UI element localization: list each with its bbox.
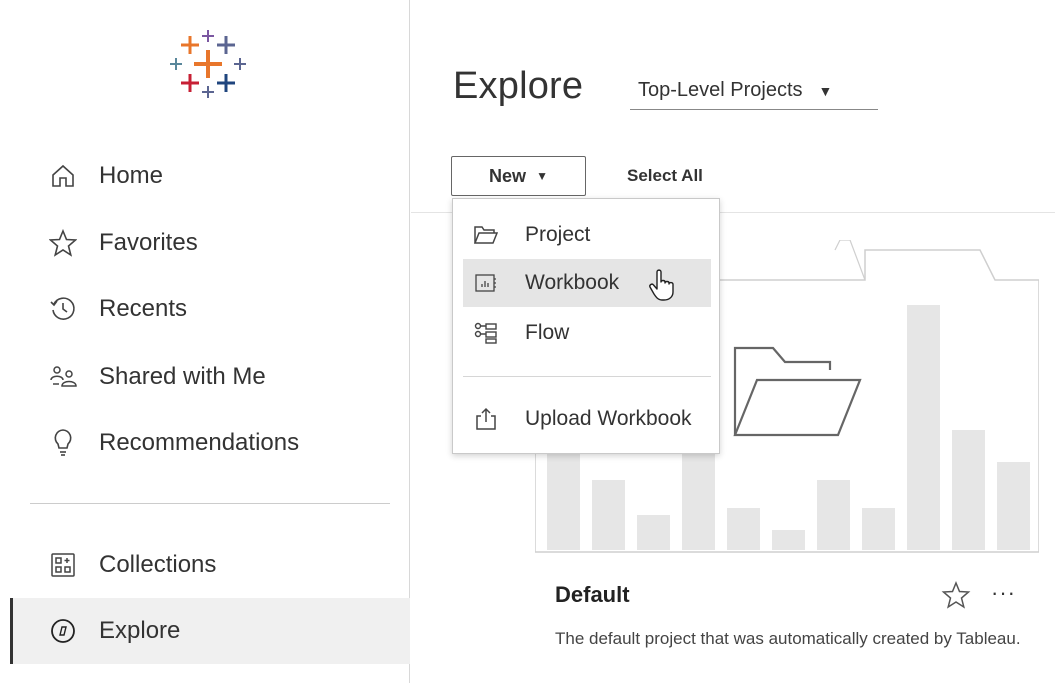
collections-icon: [48, 550, 78, 580]
chart-bar: [727, 508, 760, 550]
chart-bar: [637, 515, 670, 550]
chart-bar: [862, 508, 895, 550]
menu-separator: [463, 376, 711, 377]
menu-item-project[interactable]: Project: [463, 211, 711, 259]
sidebar-item-label: Recents: [99, 295, 188, 322]
upload-icon: [473, 406, 499, 432]
project-card-description: The default project that was automatical…: [555, 629, 1021, 648]
flow-icon: [473, 320, 499, 346]
project-filter-value: Top-Level Projects: [638, 79, 803, 101]
shared-users-icon: [48, 362, 78, 392]
menu-item-label: Flow: [525, 321, 570, 344]
chart-bar: [997, 462, 1030, 550]
menu-item-label: Upload Workbook: [525, 407, 692, 430]
lightbulb-icon: [48, 428, 78, 458]
sidebar-item-shared-with-me[interactable]: Shared with Me: [12, 344, 410, 410]
sidebar-item-label: Explore: [99, 617, 181, 644]
sidebar-divider: [30, 503, 390, 504]
sidebar-item-explore[interactable]: Explore: [12, 598, 410, 664]
new-button[interactable]: New ▼: [451, 156, 586, 196]
menu-item-label: Workbook: [525, 271, 620, 294]
active-indicator: [10, 598, 13, 664]
compass-icon: [48, 616, 78, 646]
more-actions-icon[interactable]: ···: [991, 580, 1016, 606]
folder-icon: [473, 222, 499, 248]
new-button-label: New: [489, 165, 527, 186]
chart-bar: [952, 430, 985, 550]
select-all-button[interactable]: Select All: [627, 166, 703, 186]
chart-bar: [682, 450, 715, 550]
history-icon: [48, 294, 78, 324]
sidebar: Home Favorites Recents Shared with Me Re…: [0, 0, 410, 683]
chart-bar: [592, 480, 625, 550]
project-filter-dropdown[interactable]: Top-Level Projects ▼: [630, 72, 878, 110]
sidebar-item-home[interactable]: Home: [12, 143, 410, 209]
hand-cursor-icon: [649, 269, 674, 301]
menu-item-label: Project: [525, 223, 591, 246]
sidebar-item-label: Favorites: [99, 229, 198, 256]
chart-bar: [772, 530, 805, 550]
sidebar-item-recommendations[interactable]: Recommendations: [12, 410, 410, 476]
page-title: Explore: [453, 65, 584, 107]
menu-item-flow[interactable]: Flow: [463, 309, 711, 357]
menu-item-upload-workbook[interactable]: Upload Workbook: [463, 395, 711, 443]
workbook-icon: [473, 270, 499, 296]
chart-bar: [547, 440, 580, 550]
sidebar-item-label: Shared with Me: [99, 363, 266, 390]
project-card-title[interactable]: Default: [555, 582, 630, 608]
sidebar-item-label: Recommendations: [99, 429, 300, 456]
tableau-logo-icon[interactable]: [170, 28, 246, 100]
chart-bar: [817, 480, 850, 550]
star-icon: [48, 228, 78, 258]
sidebar-item-collections[interactable]: Collections: [12, 532, 410, 598]
favorite-star-icon[interactable]: [941, 580, 971, 610]
sidebar-item-label: Collections: [99, 551, 217, 578]
sidebar-item-recents[interactable]: Recents: [12, 276, 410, 342]
chart-bar: [907, 305, 940, 550]
sidebar-item-label: Home: [99, 162, 164, 189]
home-icon: [48, 161, 78, 191]
caret-down-icon: ▼: [536, 169, 548, 183]
sidebar-item-favorites[interactable]: Favorites: [12, 210, 410, 276]
caret-down-icon: ▼: [818, 82, 833, 99]
new-dropdown-menu: Project Workbook Flow Upload Workbook: [452, 198, 720, 454]
